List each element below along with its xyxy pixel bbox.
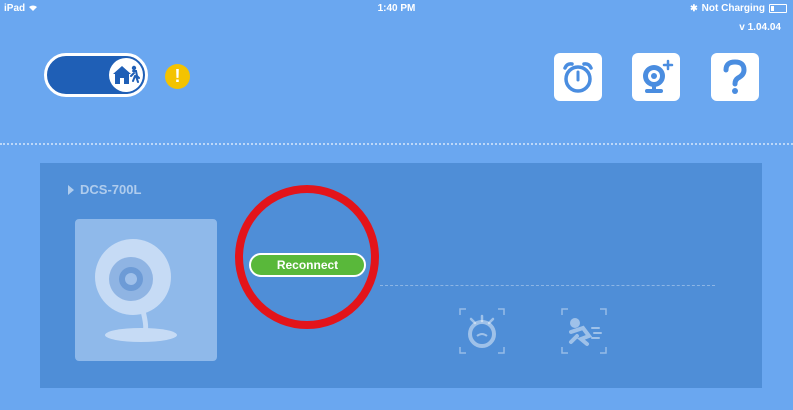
status-right: ✱ Not Charging: [690, 3, 787, 14]
app-version: v 1.04.04: [739, 22, 781, 33]
alert-indicator[interactable]: !: [165, 64, 190, 89]
alarm-button[interactable]: [554, 53, 602, 101]
motion-detection-icon: [561, 308, 607, 354]
bluetooth-icon: ✱: [690, 3, 698, 13]
camera-device-icon: [95, 239, 177, 342]
question-mark-icon: [723, 59, 747, 94]
camera-name[interactable]: DCS-700L: [68, 182, 141, 197]
cry-detection-button[interactable]: [456, 305, 508, 357]
add-camera-button[interactable]: [632, 53, 680, 101]
section-divider: [0, 143, 793, 145]
help-button[interactable]: [711, 53, 759, 101]
battery-icon: [769, 4, 787, 13]
expand-arrow-icon: [68, 184, 74, 195]
home-away-icon: [113, 65, 140, 84]
panel-separator: [380, 285, 715, 286]
status-bar: iPad 1:40 PM ✱ Not Charging: [0, 0, 793, 18]
toggle-knob: [109, 58, 143, 92]
cry-detection-icon: [459, 308, 505, 354]
motion-detection-button[interactable]: [558, 305, 610, 357]
add-camera-icon: [643, 59, 674, 93]
charging-status: Not Charging: [701, 3, 765, 14]
camera-thumbnail[interactable]: [73, 217, 219, 363]
camera-name-label: DCS-700L: [80, 182, 142, 197]
status-time: 1:40 PM: [377, 3, 416, 14]
highlight-circle: [235, 185, 379, 329]
alarm-clock-icon: [563, 62, 593, 93]
home-away-toggle[interactable]: [44, 53, 148, 97]
